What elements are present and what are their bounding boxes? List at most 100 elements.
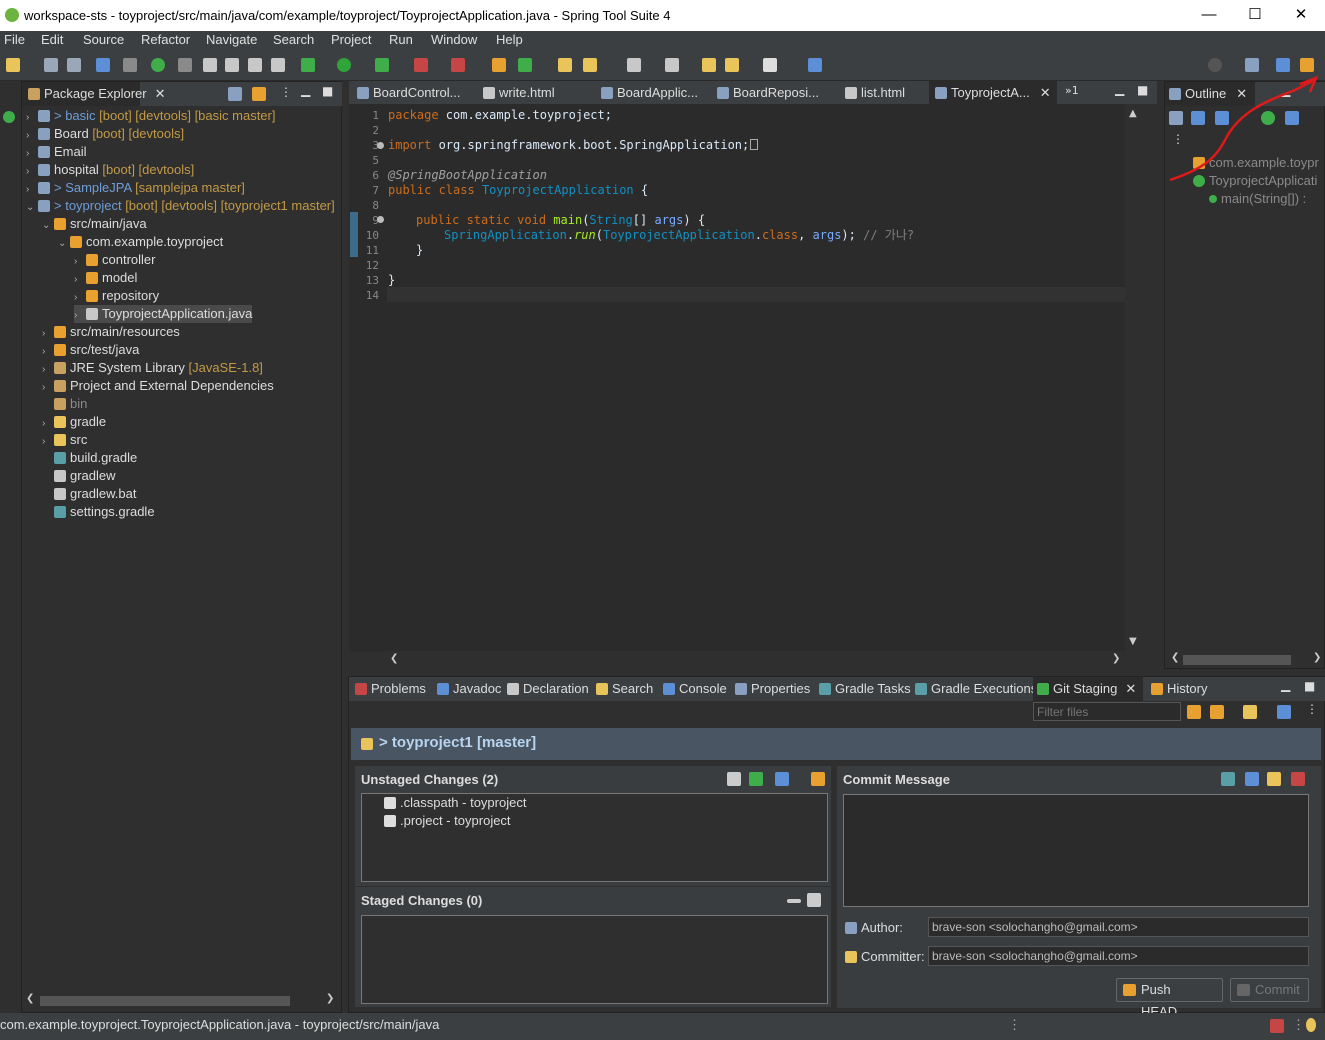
last-edit-icon[interactable]	[702, 58, 716, 72]
save-icon[interactable]	[44, 58, 58, 72]
open-folder-icon[interactable]	[558, 58, 572, 72]
stage-selected-icon[interactable]	[727, 772, 741, 786]
tree-item[interactable]: › gradle	[42, 413, 106, 431]
pen-icon[interactable]	[583, 58, 597, 72]
tree-item[interactable]: › src	[42, 431, 87, 449]
skip-breakpoints-icon[interactable]	[123, 58, 137, 72]
signed-off-icon[interactable]	[1245, 772, 1259, 786]
tree-item[interactable]: bin	[42, 395, 87, 413]
editor-horizontal-scrollbar[interactable]: ❮ ❯	[386, 651, 1126, 668]
commit-message-input[interactable]	[843, 794, 1309, 907]
view-menu-icon[interactable]: ⋮	[280, 85, 292, 99]
prev-annotation-icon[interactable]	[665, 58, 679, 72]
committer-field[interactable]	[928, 946, 1309, 966]
next-annotation-icon[interactable]	[627, 58, 641, 72]
debug-icon[interactable]	[301, 58, 315, 72]
menu-search[interactable]: Search	[273, 32, 314, 47]
menu-file[interactable]: File	[4, 32, 25, 47]
tab-board-controller[interactable]: BoardControl...	[351, 81, 469, 105]
close-icon[interactable]: ✕	[155, 86, 166, 101]
close-icon[interactable]: ✕	[1125, 681, 1136, 696]
code-editor[interactable]: 1 2 3 5 6 7 8 9 10 11 12 13 14 package c…	[349, 104, 1125, 652]
tab-declaration[interactable]: Declaration	[503, 677, 589, 701]
tab-history[interactable]: History	[1147, 677, 1207, 701]
tab-console[interactable]: Console	[659, 677, 727, 701]
tab-javadoc[interactable]: Javadoc	[433, 677, 501, 701]
amend-icon[interactable]	[1221, 772, 1235, 786]
edit-icon[interactable]	[203, 58, 217, 72]
tree-view-icon[interactable]	[775, 772, 789, 786]
tab-package-explorer[interactable]: Package Explorer ✕	[22, 82, 166, 106]
tree-item[interactable]: › src/test/java	[42, 341, 139, 359]
maximize-view-icon[interactable]: ■	[1137, 83, 1148, 97]
tree-item[interactable]: › hospital [boot] [devtools]	[26, 161, 194, 179]
menu-navigate[interactable]: Navigate	[206, 32, 257, 47]
minimize-view-icon[interactable]: ▁	[1115, 82, 1124, 96]
save-all-icon[interactable]	[67, 58, 81, 72]
new-package-icon[interactable]	[492, 58, 506, 72]
lightbulb-icon[interactable]	[1306, 1018, 1316, 1032]
tree-item[interactable]: gradlew.bat	[42, 485, 137, 503]
chevron-down-icon[interactable]: ⌄	[26, 199, 38, 217]
link-selection-icon[interactable]	[1210, 705, 1224, 719]
tab-problems[interactable]: Problems	[351, 677, 426, 701]
scroll-thumb[interactable]	[40, 996, 290, 1006]
tab-gradle-executions[interactable]: Gradle Executions	[911, 677, 1037, 701]
maximize-view-icon[interactable]: ■	[1304, 679, 1315, 693]
tree-item[interactable]: › > SampleJPA [samplejpa master]	[26, 179, 245, 197]
fold-icon[interactable]	[377, 216, 384, 223]
terminal-icon[interactable]	[96, 58, 110, 72]
commit-button[interactable]: Commit	[1230, 978, 1309, 1002]
tab-properties[interactable]: Properties	[731, 677, 810, 701]
gerrit-icon[interactable]	[1267, 772, 1281, 786]
menu-window[interactable]: Window	[431, 32, 477, 47]
tab-git-staging[interactable]: Git Staging ✕	[1033, 677, 1143, 701]
tree-item[interactable]: ⌄ src/main/java	[42, 215, 147, 233]
tab-write-html[interactable]: write.html	[477, 81, 587, 105]
list-item[interactable]: .classpath - toyproject	[384, 794, 526, 812]
outline-item[interactable]: main(String[]) :	[1209, 190, 1306, 208]
link-editor-icon[interactable]	[252, 87, 266, 101]
chevron-down-icon[interactable]: ⌄	[58, 235, 70, 253]
push-head-button[interactable]: Push HEAD...	[1116, 978, 1223, 1019]
close-icon[interactable]: ✕	[1040, 85, 1051, 100]
filter-files-input[interactable]	[1033, 702, 1181, 721]
sign-commit-icon[interactable]	[1291, 772, 1305, 786]
tree-item[interactable]: › repository	[74, 287, 159, 305]
minimize-view-icon[interactable]: ▁	[1281, 678, 1290, 692]
view-menu-icon[interactable]: ⋮	[1306, 702, 1318, 716]
back-icon[interactable]	[725, 58, 739, 72]
unstage-selected-icon[interactable]	[787, 899, 801, 903]
tab-toyproject-application[interactable]: ToyprojectA... ✕	[929, 81, 1057, 105]
tree-item[interactable]: ⌄ com.example.toyproject	[58, 233, 223, 251]
tab-search[interactable]: Search	[592, 677, 653, 701]
boot-status-icon[interactable]	[3, 111, 15, 123]
menu-project[interactable]: Project	[331, 32, 371, 47]
layout-icon[interactable]	[1277, 705, 1291, 719]
stop-icon[interactable]	[414, 58, 428, 72]
tree-item[interactable]: settings.gradle	[42, 503, 155, 521]
folded-imports-icon[interactable]	[750, 139, 759, 150]
tree-item[interactable]: › Email	[26, 143, 87, 161]
collapse-all-icon[interactable]	[228, 87, 242, 101]
stage-all-icon[interactable]	[749, 772, 763, 786]
terminate-icon[interactable]	[451, 58, 465, 72]
tab-board-application[interactable]: BoardApplic...	[595, 81, 713, 105]
tab-overflow[interactable]: »1	[1065, 84, 1079, 97]
tab-list-html[interactable]: list.html	[839, 81, 923, 105]
horizontal-scrollbar[interactable]: ❮ ❯	[26, 993, 338, 1009]
boot-dashboard-icon[interactable]	[151, 58, 165, 72]
tab-gradle-tasks[interactable]: Gradle Tasks	[815, 677, 911, 701]
toggle-mark-icon[interactable]	[225, 58, 239, 72]
open-type-icon[interactable]	[178, 58, 192, 72]
menu-run[interactable]: Run	[389, 32, 413, 47]
presentation-icon[interactable]	[811, 772, 825, 786]
whitespace-icon[interactable]	[271, 58, 285, 72]
scroll-thumb[interactable]	[1183, 655, 1291, 665]
maximize-view-icon[interactable]: ■	[322, 84, 333, 98]
editor-vertical-scrollbar[interactable]: ▲ ▼	[1126, 104, 1143, 652]
list-item[interactable]: .project - toyproject	[384, 812, 511, 830]
new-class-icon[interactable]	[518, 58, 532, 72]
minimize-view-icon[interactable]: ▁	[301, 83, 310, 97]
tree-item[interactable]: › model	[74, 269, 137, 287]
